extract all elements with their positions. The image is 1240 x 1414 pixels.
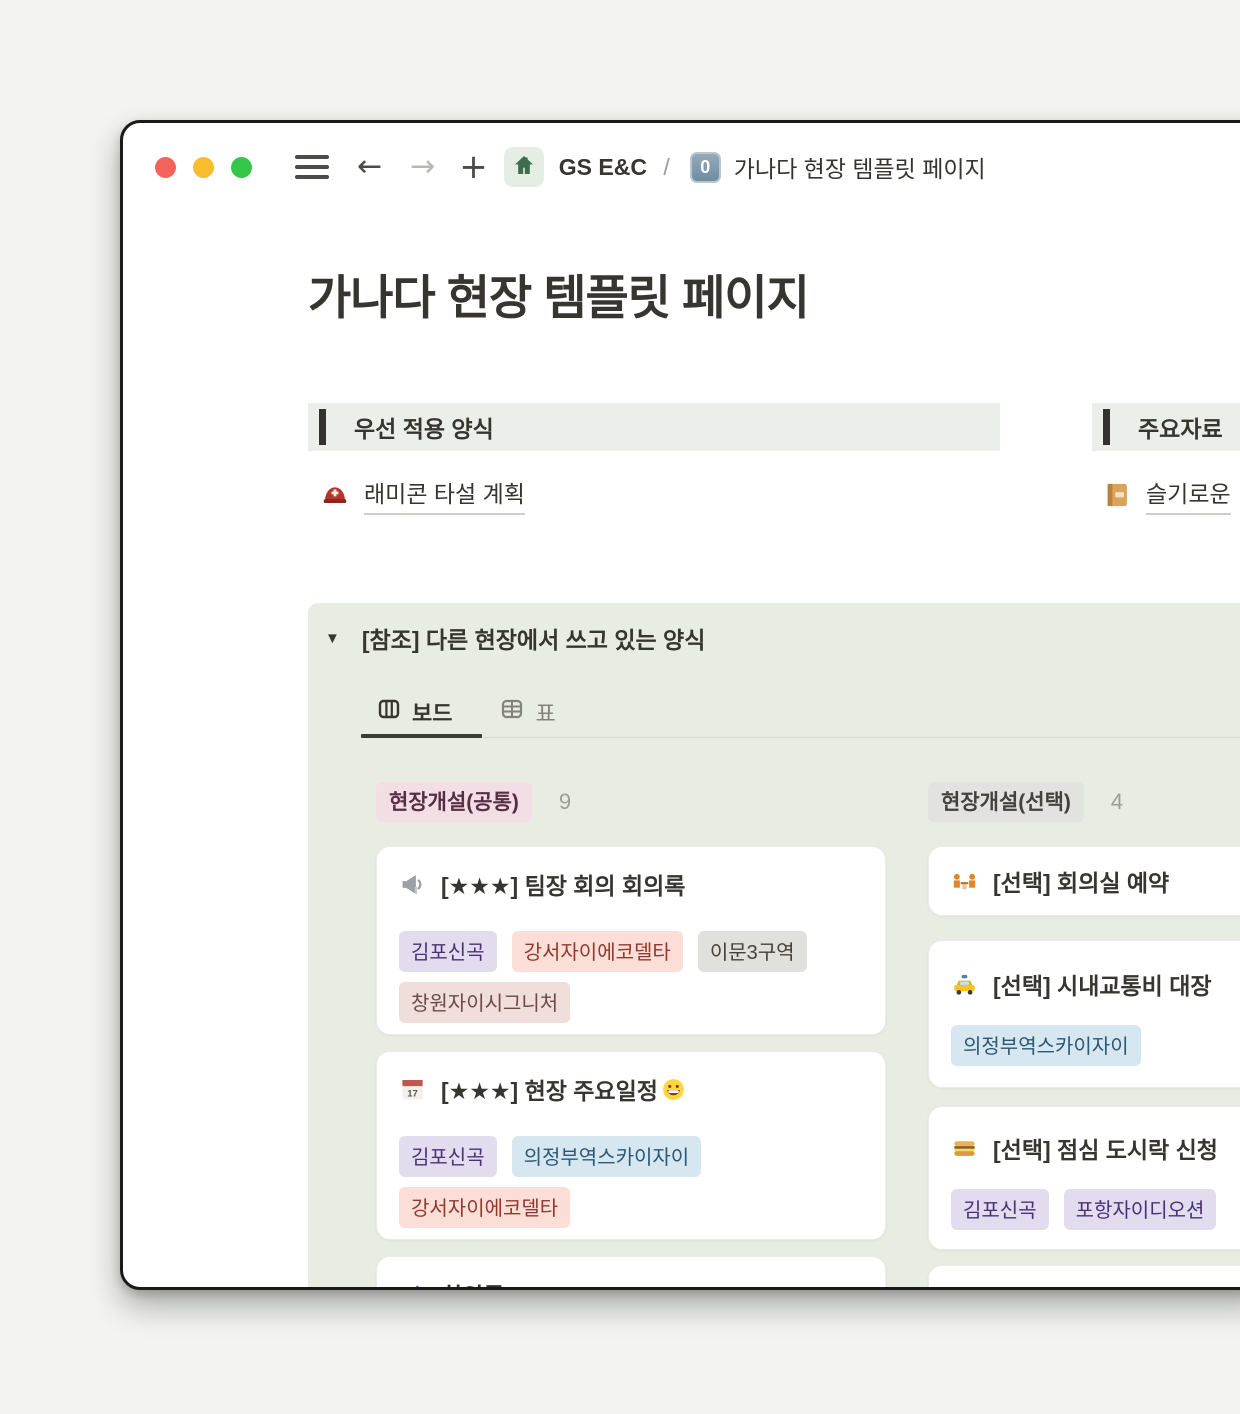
tag: 강서자이에코델타 (399, 1187, 570, 1228)
page-link-label: 래미콘 타설 계획 (364, 475, 525, 515)
breadcrumb-workspace[interactable]: GS E&C (559, 154, 647, 180)
callout-title: 우선 적용 양식 (354, 410, 494, 444)
tab-board-view[interactable]: 보드 (361, 689, 468, 735)
tag: 김포신곡 (399, 1136, 497, 1177)
callout-priority-forms: 우선 적용 양식 (308, 403, 1000, 451)
app-window: ← → + GS E&C / 0 가나다 현장 템플릿 페이지 가나다 현장 템… (120, 120, 1240, 1290)
sandwich-icon (951, 1135, 978, 1162)
page-link-label: 슬기로운 (1146, 475, 1231, 515)
card-title: [선택] 시내교통비 대장 (993, 967, 1212, 1001)
maximize-window-button[interactable] (231, 157, 252, 178)
card-title: [★★★] 팀장 회의 회의록 (441, 867, 685, 901)
tag: 창원자이시그니처 (399, 982, 570, 1023)
board-card[interactable] (928, 1265, 1240, 1290)
rescue-helmet-icon (321, 481, 349, 509)
home-icon (512, 153, 536, 182)
minimize-window-button[interactable] (193, 157, 214, 178)
board-view-icon (377, 697, 401, 727)
tag: 의정부역스카이자이 (951, 1025, 1141, 1066)
writing-hand-icon (399, 1281, 426, 1291)
forward-icon[interactable]: → (410, 152, 435, 182)
page-title: 가나다 현장 템플릿 페이지 (308, 259, 809, 328)
tab-table-view[interactable]: 표 (484, 689, 571, 735)
menu-icon[interactable] (295, 155, 329, 179)
meeting-icon (951, 868, 978, 895)
back-icon[interactable]: ← (357, 152, 382, 182)
callout-accent-bar (319, 409, 326, 445)
breadcrumb-separator: / (663, 154, 669, 180)
column-count: 4 (1111, 789, 1123, 815)
board-card[interactable]: [선택] 점심 도시락 신청 김포신곡 포항자이디오션 (928, 1106, 1240, 1250)
card-title: [선택] 점심 도시락 신청 (993, 1131, 1218, 1165)
board-card[interactable]: [★★★] 팀장 회의 회의록 김포신곡 강서자이에코델타 이문3구역 창원자이… (376, 846, 886, 1035)
board-card[interactable]: [선택] 회의실 예약 (928, 846, 1240, 916)
active-tab-indicator (361, 734, 482, 738)
board-column-header: 현장개설(선택) 4 (928, 782, 1123, 822)
card-tags: 김포신곡 포항자이디오션 (951, 1189, 1240, 1230)
column-badge: 현장개설(선택) (928, 782, 1084, 822)
card-tags: 김포신곡 의정부역스카이자이 강서자이에코델타 (399, 1136, 863, 1228)
tabs-divider (361, 737, 1240, 738)
toggle-section: ▼ [참조] 다른 현장에서 쓰고 있는 양식 보드 표 현장개설(공통) 9 (308, 603, 1240, 1290)
breadcrumb-page[interactable]: 가나다 현장 템플릿 페이지 (734, 150, 986, 184)
chevron-down-icon[interactable]: ▼ (325, 630, 340, 647)
home-button[interactable] (504, 147, 544, 187)
tab-label: 보드 (412, 696, 452, 728)
tab-label: 표 (535, 696, 555, 728)
close-window-button[interactable] (155, 157, 176, 178)
table-view-icon (500, 697, 524, 727)
tag: 이문3구역 (698, 931, 807, 972)
card-tags: 의정부역스카이자이 (951, 1025, 1240, 1066)
taxi-icon (951, 971, 978, 998)
notebook-icon (1103, 481, 1131, 509)
tag: 의정부역스카이자이 (512, 1136, 702, 1177)
card-title: [선택] 회의실 예약 (993, 864, 1169, 898)
calendar-17-icon: 17 (399, 1076, 426, 1103)
column-badge: 현장개설(공통) (376, 782, 532, 822)
callout-key-materials: 주요자료 (1092, 403, 1240, 451)
view-tabs: 보드 표 (361, 689, 572, 735)
tag: 김포신곡 (399, 931, 497, 972)
callout-title: 주요자료 (1138, 410, 1223, 444)
board-card[interactable]: [선택] 시내교통비 대장 의정부역스카이자이 (928, 940, 1240, 1088)
card-tags: 김포신곡 강서자이에코델타 이문3구역 창원자이시그니처 (399, 931, 863, 1023)
breadcrumb: GS E&C / (559, 154, 680, 181)
board-card[interactable]: 회의록 (376, 1256, 886, 1290)
page-link-remicon-plan[interactable]: 래미콘 타설 계획 (321, 475, 525, 515)
board-card[interactable]: 17 [★★★] 현장 주요일정 김포신곡 의정부역스카이자이 강서자이에코델타 (376, 1051, 886, 1240)
page-keycap-icon: 0 (690, 152, 721, 183)
tag: 강서자이에코델타 (512, 931, 683, 972)
svg-text:17: 17 (407, 1088, 418, 1099)
page-link-notebook[interactable]: 슬기로운 (1103, 475, 1231, 515)
megaphone-icon (399, 871, 426, 898)
tag: 포항자이디오션 (1064, 1189, 1217, 1230)
column-count: 9 (559, 789, 571, 815)
traffic-lights (155, 157, 252, 178)
section-toggle-title: [참조] 다른 현장에서 쓰고 있는 양식 (362, 621, 706, 655)
card-title: [★★★] 현장 주요일정 (441, 1072, 686, 1106)
tag: 김포신곡 (951, 1189, 1049, 1230)
callout-accent-bar (1103, 409, 1110, 445)
board-column-header: 현장개설(공통) 9 (376, 782, 571, 822)
new-page-icon[interactable]: + (459, 150, 488, 184)
window-toolbar: ← → + GS E&C / 0 가나다 현장 템플릿 페이지 (123, 123, 1240, 211)
section-toggle[interactable]: ▼ [참조] 다른 현장에서 쓰고 있는 양식 (325, 621, 705, 655)
grinning-face-icon (661, 1077, 686, 1102)
card-title: 회의록 (441, 1277, 504, 1290)
